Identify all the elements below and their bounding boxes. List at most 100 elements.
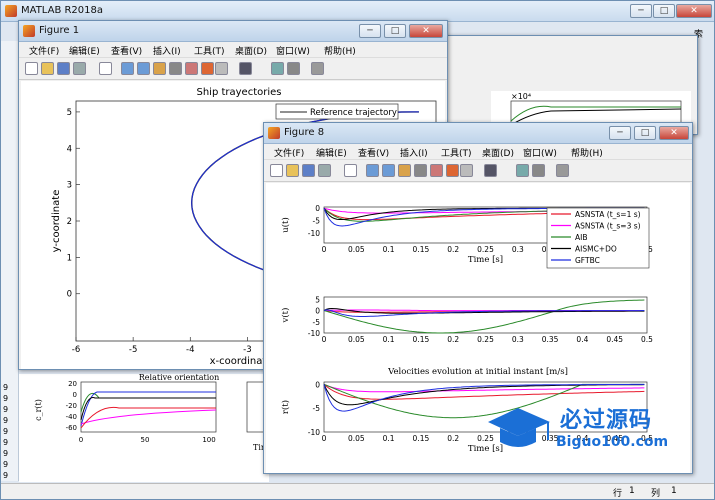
zoom-out-icon[interactable] (382, 164, 395, 177)
row-marker: 9 (3, 460, 9, 469)
menu-item-3[interactable]: 插入(I) (153, 44, 181, 57)
subplot-xtick: 0.15 (413, 245, 430, 254)
main-window-title: MATLAB R2018a (21, 5, 104, 16)
menu-item-1[interactable]: 编辑(E) (69, 44, 100, 57)
pointer-icon[interactable] (344, 164, 357, 177)
figure8-title-bar[interactable]: Figure 8 ─ □ ✕ (264, 123, 692, 144)
background-figure-window[interactable]: ×10⁴ (440, 35, 699, 136)
menu-item-2[interactable]: 查看(V) (358, 146, 389, 159)
legend-icon[interactable] (532, 164, 545, 177)
figure1-toolbar (19, 58, 447, 80)
dropdown-icon[interactable] (215, 62, 228, 75)
figure8-toolbar (264, 160, 692, 182)
subplot-ytick: 0 (315, 380, 320, 389)
menu-item-4[interactable]: 工具(T) (194, 44, 225, 57)
grid-icon[interactable] (556, 164, 569, 177)
colorbar-icon[interactable] (516, 164, 529, 177)
menu-item-7[interactable]: 帮助(H) (571, 146, 603, 159)
subplot-xtick: 0 (322, 434, 327, 443)
pointer-icon[interactable] (99, 62, 112, 75)
rotate-icon[interactable] (169, 62, 182, 75)
subplot-ytick: -5 (313, 217, 321, 226)
figure1-title-bar[interactable]: Figure 1 ─ □ ✕ (19, 21, 447, 42)
subplot-xtick: 0.1 (383, 434, 395, 443)
svg-text:×10⁴: ×10⁴ (511, 92, 531, 101)
grid-icon[interactable] (311, 62, 324, 75)
menu-item-0[interactable]: 文件(F) (274, 146, 304, 159)
row-marker: 9 (3, 449, 9, 458)
y-tick-label: 2 (67, 217, 72, 227)
new-file-icon[interactable] (25, 62, 38, 75)
fragment-title: Relative orientation (139, 374, 219, 382)
brush-icon[interactable] (201, 62, 214, 75)
subplot-xtick: 0 (322, 335, 327, 344)
menu-item-6[interactable]: 窗口(W) (276, 44, 310, 57)
zoom-in-icon[interactable] (366, 164, 379, 177)
figure1-close-button[interactable]: ✕ (409, 24, 443, 38)
col-label: 列 (651, 489, 661, 499)
subplot-xtick: 0.2 (447, 245, 459, 254)
colorbar-icon[interactable] (271, 62, 284, 75)
menu-item-2[interactable]: 查看(V) (111, 44, 142, 57)
row-marker: 9 (3, 394, 9, 403)
rotate-icon[interactable] (414, 164, 427, 177)
x-tick-label: -6 (72, 345, 80, 355)
print-icon[interactable] (73, 62, 86, 75)
zoom-in-icon[interactable] (121, 62, 134, 75)
menu-item-3[interactable]: 插入(I) (400, 146, 428, 159)
menu-item-6[interactable]: 窗口(W) (523, 146, 557, 159)
figure8-maximize-button[interactable]: □ (634, 126, 656, 140)
figure8-menu-bar: 文件(F) 编辑(E) 查看(V) 插入(I) 工具(T) 桌面(D) 窗口(W) 帮助(H) (264, 144, 692, 160)
subplot-ytick: 0 (315, 204, 320, 213)
open-folder-icon[interactable] (41, 62, 54, 75)
subplot-xtick: 0.1 (383, 245, 395, 254)
close-button[interactable]: ✕ (676, 4, 712, 18)
legend-entry: GFTBC (575, 256, 600, 265)
menu-item-5[interactable]: 桌面(D) (235, 44, 267, 57)
subplot-xtick: 0.4 (576, 335, 588, 344)
open-folder-icon[interactable] (286, 164, 299, 177)
x-tick-label: -3 (243, 345, 251, 355)
menu-item-1[interactable]: 编辑(E) (316, 146, 347, 159)
save-icon[interactable] (57, 62, 70, 75)
subplot-xtick: 0.3 (512, 245, 524, 254)
minimize-button[interactable]: ─ (630, 4, 652, 18)
y-tick-label: 0 (67, 290, 72, 300)
print-icon[interactable] (318, 164, 331, 177)
subplot-xtick: 0.3 (512, 335, 524, 344)
zoom-out-icon[interactable] (137, 62, 150, 75)
fragment-xtick: 100 (202, 436, 215, 444)
row-marker: 9 (3, 383, 9, 392)
watermark: 必过源码 Biguo100.com (478, 400, 693, 460)
brush-icon[interactable] (446, 164, 459, 177)
new-file-icon[interactable] (270, 164, 283, 177)
subplot-xtick: 0.15 (413, 434, 430, 443)
link-icon[interactable] (239, 62, 252, 75)
figure1-minimize-button[interactable]: ─ (359, 24, 381, 38)
figure8-close-button[interactable]: ✕ (659, 126, 689, 140)
figure8-minimize-button[interactable]: ─ (609, 126, 631, 140)
menu-item-7[interactable]: 帮助(H) (324, 44, 356, 57)
dropdown-icon[interactable] (460, 164, 473, 177)
menu-item-4[interactable]: 工具(T) (441, 146, 472, 159)
maximize-button[interactable]: □ (653, 4, 675, 18)
menu-item-5[interactable]: 桌面(D) (482, 146, 514, 159)
main-status-bar: 行 1 列 1 (1, 483, 714, 499)
subplot-time-label: Time [s] (468, 255, 503, 265)
pan-icon[interactable] (153, 62, 166, 75)
legend-icon[interactable] (287, 62, 300, 75)
data-cursor-icon[interactable] (430, 164, 443, 177)
velocities-title: Velocities evolution at initial instant … (387, 367, 568, 377)
y-axis-label: y-coordinate (51, 190, 62, 253)
figure1-maximize-button[interactable]: □ (384, 24, 406, 38)
link-icon[interactable] (484, 164, 497, 177)
legend-reference: Reference trajectory (310, 108, 397, 118)
main-title-bar[interactable]: MATLAB R2018a ─ □ ✕ (1, 1, 714, 22)
fragment-ytick: 0 (73, 391, 77, 399)
save-icon[interactable] (302, 164, 315, 177)
bg-menu-strip (441, 42, 699, 58)
menu-item-0[interactable]: 文件(F) (29, 44, 59, 57)
data-cursor-icon[interactable] (185, 62, 198, 75)
pan-icon[interactable] (398, 164, 411, 177)
figure1-title: Figure 1 (39, 25, 80, 36)
